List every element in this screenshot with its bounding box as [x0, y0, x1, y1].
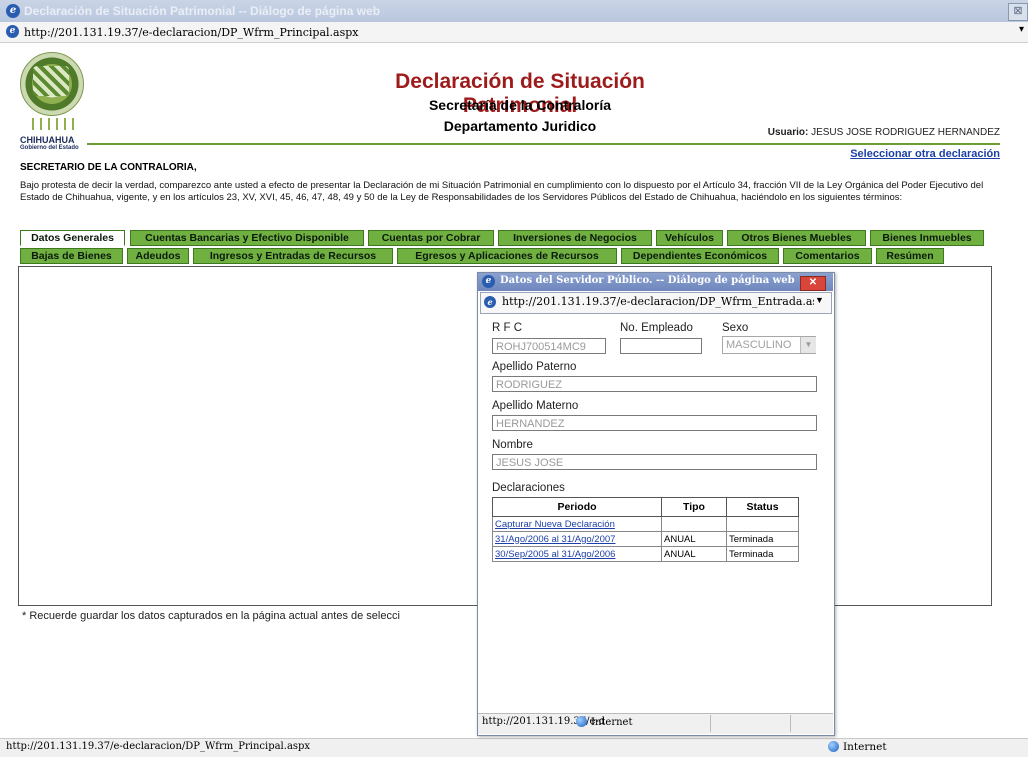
dialog-address-dropdown-icon[interactable]: ▼: [815, 295, 824, 305]
status-cell: Terminada: [726, 546, 799, 562]
tab-inversiones-negocios[interactable]: Inversiones de Negocios: [498, 230, 652, 246]
page-subtitle-1: Secretaría de la Contraloría: [428, 97, 612, 113]
table-header-row: Periodo Tipo Status: [492, 497, 799, 517]
address-url: http://201.131.19.37/e-declaracion/DP_Wf…: [24, 26, 359, 39]
user-name: JESUS JOSE RODRIGUEZ HERNANDEZ: [811, 127, 1000, 138]
save-reminder-note: * Recuerde guardar los datos capturados …: [22, 610, 400, 622]
periodo-cell[interactable]: Capturar Nueva Declaración: [492, 516, 662, 532]
tab-ingresos-entradas[interactable]: Ingresos y Entradas de Recursos: [193, 248, 393, 264]
tab-bienes-inmuebles[interactable]: Bienes Inmuebles: [870, 230, 984, 246]
globe-icon: [576, 716, 587, 727]
table-row: 30/Sep/2005 al 31/Ago/2006 ANUAL Termina…: [492, 546, 799, 562]
logo-subtext: Gobierno del Estado: [20, 145, 79, 151]
sexo-dropdown-icon[interactable]: ▼: [800, 337, 816, 353]
logo-text: CHIHUAHUA: [20, 135, 75, 145]
header-divider: [87, 143, 1000, 145]
dialog-close-icon[interactable]: ✕: [800, 276, 826, 291]
select-other-declaration-link[interactable]: Seleccionar otra declaración: [820, 148, 1000, 160]
zone-label: Internet: [843, 741, 887, 753]
dialog-ie-icon: e: [482, 275, 495, 288]
window-title: Declaración de Situación Patrimonial -- …: [24, 4, 381, 18]
periodo-link[interactable]: 30/Sep/2005 al 31/Ago/2006: [495, 549, 615, 560]
seal-decoration: [32, 118, 76, 130]
tab-adeudos[interactable]: Adeudos: [127, 248, 189, 264]
nombre-label: Nombre: [492, 439, 533, 451]
apellido-paterno-label: Apellido Paterno: [492, 361, 577, 373]
empleado-field[interactable]: [620, 338, 702, 354]
dialog-security-zone: Internet: [576, 716, 632, 728]
dialog-title: Datos del Servidor Público. -- Diálogo d…: [500, 275, 795, 286]
tab-bajas-de-bienes[interactable]: Bajas de Bienes: [20, 248, 123, 264]
empleado-label: No. Empleado: [620, 322, 693, 334]
periodo-cell[interactable]: 31/Ago/2006 al 31/Ago/2007: [492, 531, 662, 547]
status-url: http://201.131.19.37/e-declaracion/DP_Wf…: [6, 741, 311, 752]
periodo-link[interactable]: 31/Ago/2006 al 31/Ago/2007: [495, 534, 615, 545]
page-subtitle-2: Departamento Juridico: [443, 118, 597, 134]
dialog-page-icon: e: [484, 296, 496, 308]
page-icon: e: [6, 25, 19, 38]
table-row: Capturar Nueva Declaración: [492, 516, 799, 532]
user-info: Usuario: JESUS JOSE RODRIGUEZ HERNANDEZ: [745, 127, 1000, 138]
rfc-field[interactable]: ROHJ700514MC9: [492, 338, 606, 354]
apellido-paterno-field[interactable]: RODRIGUEZ: [492, 376, 817, 392]
tab-datos-generales[interactable]: Datos Generales: [20, 230, 125, 246]
security-zone: Internet: [828, 741, 887, 753]
tab-vehiculos[interactable]: Vehículos: [656, 230, 723, 246]
status-divider: [710, 715, 711, 732]
close-icon[interactable]: ⊠: [1008, 3, 1028, 21]
col-status: Status: [726, 497, 799, 517]
dialog-address-url: http://201.131.19.37/e-declaracion/DP_Wf…: [502, 295, 814, 308]
oath-text: Bajo protesta de decir la verdad, compar…: [20, 180, 984, 203]
address-dropdown-icon[interactable]: ▾: [1019, 24, 1024, 35]
ie-icon: e: [6, 4, 20, 18]
globe-icon: [828, 741, 839, 752]
declaraciones-label: Declaraciones: [492, 482, 565, 494]
rfc-label: R F C: [492, 322, 523, 334]
tab-resumen[interactable]: Resúmen: [876, 248, 944, 264]
tipo-cell: ANUAL: [661, 531, 727, 547]
nombre-field[interactable]: JESUS JOSE: [492, 454, 817, 470]
capturar-nueva-link[interactable]: Capturar Nueva Declaración: [495, 519, 615, 530]
declaraciones-table: Periodo Tipo Status Capturar Nueva Decla…: [492, 497, 799, 562]
tab-comentarios[interactable]: Comentarios: [783, 248, 872, 264]
dialog-zone-label: Internet: [591, 717, 633, 728]
addressee: SECRETARIO DE LA CONTRALORIA,: [20, 162, 197, 173]
col-periodo: Periodo: [492, 497, 662, 517]
status-cell: Terminada: [726, 531, 799, 547]
tipo-cell: ANUAL: [661, 546, 727, 562]
apellido-materno-label: Apellido Materno: [492, 400, 579, 412]
seal-shield: [33, 66, 69, 96]
tab-egresos-aplicaciones[interactable]: Egresos y Aplicaciones de Recursos: [397, 248, 617, 264]
status-cell: [726, 516, 799, 532]
table-row: 31/Ago/2006 al 31/Ago/2007 ANUAL Termina…: [492, 531, 799, 547]
apellido-materno-field[interactable]: HERNANDEZ: [492, 415, 817, 431]
tab-otros-bienes-muebles[interactable]: Otros Bienes Muebles: [727, 230, 866, 246]
col-tipo: Tipo: [661, 497, 727, 517]
status-divider: [790, 715, 791, 732]
tipo-cell: [661, 516, 727, 532]
tab-dependientes-economicos[interactable]: Dependientes Económicos: [621, 248, 779, 264]
user-label: Usuario:: [767, 127, 809, 138]
tab-cuentas-por-cobrar[interactable]: Cuentas por Cobrar: [368, 230, 494, 246]
sexo-label: Sexo: [722, 322, 749, 334]
periodo-cell[interactable]: 30/Sep/2005 al 31/Ago/2006: [492, 546, 662, 562]
tab-cuentas-bancarias[interactable]: Cuentas Bancarias y Efectivo Disponible: [130, 230, 364, 246]
